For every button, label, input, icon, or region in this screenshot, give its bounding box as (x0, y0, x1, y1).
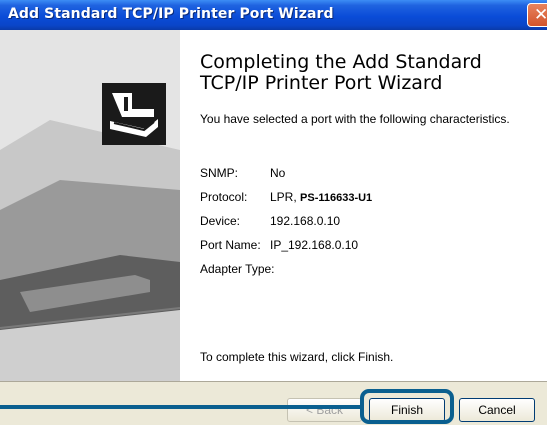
printer-model: PS-116633-U1 (300, 192, 373, 204)
window-title: Add Standard TCP/IP Printer Port Wizard (8, 6, 334, 22)
detail-row-adapter-type: Adapter Type: (200, 262, 275, 276)
callout-line (0, 405, 360, 409)
detail-label: Protocol: (200, 190, 248, 204)
button-bar: < Back Finish Cancel (0, 381, 547, 425)
detail-label: SNMP: (200, 166, 239, 180)
detail-row-port-name: Port Name: IP_192.168.0.10 (200, 238, 358, 252)
detail-row-snmp: SNMP: No (200, 166, 285, 180)
detail-label: Device: (200, 214, 241, 228)
finish-highlight-ring (360, 389, 454, 424)
back-button[interactable]: < Back (287, 398, 362, 422)
wizard-content: Completing the Add Standard TCP/IP Print… (180, 30, 547, 381)
detail-value: IP_192.168.0.10 (270, 238, 359, 252)
finish-instruction: To complete this wizard, click Finish. (200, 350, 394, 364)
printer-port-wizard-icon (102, 83, 166, 145)
detail-value: LPR, PS-116633-U1 (270, 190, 373, 204)
intro-text: You have selected a port with the follow… (200, 112, 510, 126)
detail-row-protocol: Protocol: LPR, PS-116633-U1 (200, 190, 372, 204)
close-button[interactable]: ✕ (527, 3, 547, 27)
detail-value: No (270, 166, 286, 180)
page-title: Completing the Add Standard TCP/IP Print… (200, 51, 482, 94)
wizard-side-panel (0, 30, 180, 381)
title-bar: Add Standard TCP/IP Printer Port Wizard … (0, 0, 547, 30)
detail-label: Port Name: (200, 238, 261, 252)
cancel-button[interactable]: Cancel (459, 398, 535, 422)
close-icon: ✕ (534, 5, 547, 25)
detail-value: 192.168.0.10 (270, 214, 341, 228)
detail-label: Adapter Type: (200, 262, 275, 276)
detail-row-device: Device: 192.168.0.10 (200, 214, 340, 228)
